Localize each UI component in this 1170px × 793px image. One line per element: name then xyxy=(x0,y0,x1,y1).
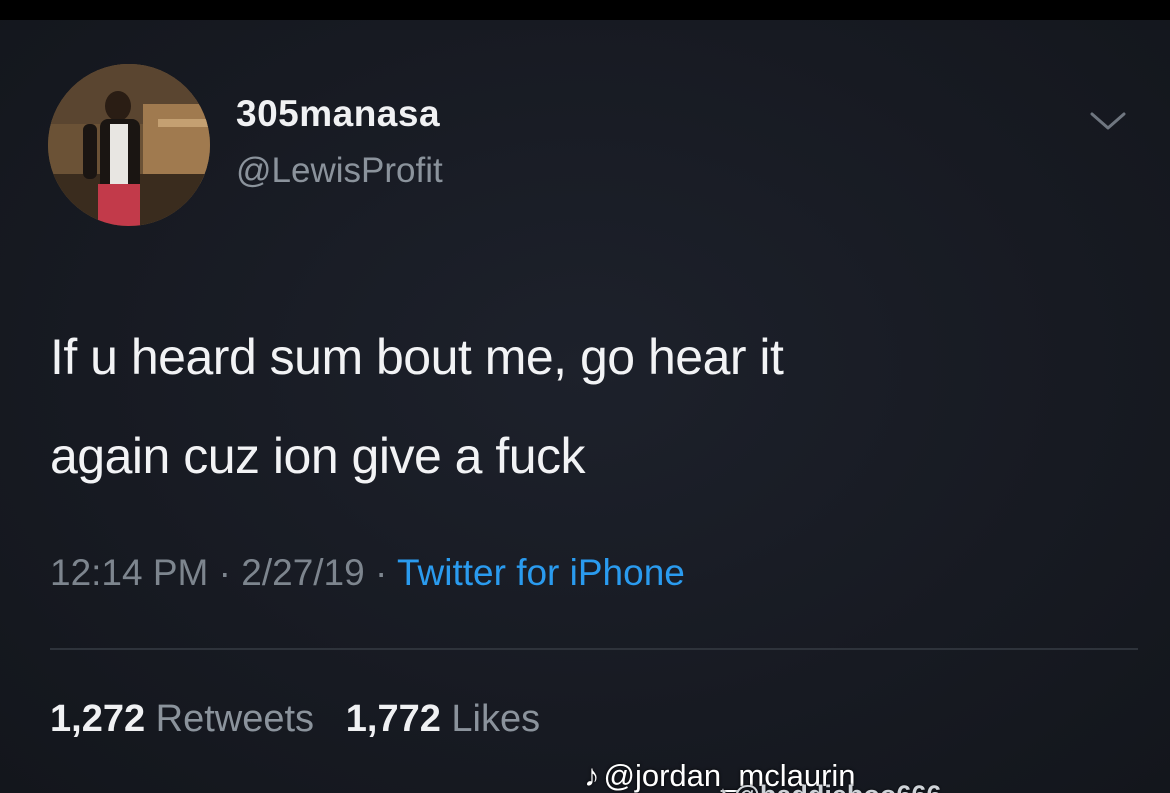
user-handle[interactable]: @LewisProfit xyxy=(236,151,443,191)
retweets-stat[interactable]: 1,272 Retweets xyxy=(50,698,314,740)
avatar-photo xyxy=(48,64,210,226)
tweet-meta: 12:14 PM · 2/27/19 · Twitter for iPhone xyxy=(50,552,685,594)
tweet-text-line-1: If u heard sum bout me, go hear it xyxy=(50,329,784,385)
retweets-count: 1,272 xyxy=(50,698,146,740)
display-name[interactable]: 305manasa xyxy=(236,93,440,135)
likes-stat[interactable]: 1,772 Likes xyxy=(346,698,540,740)
tiktok-icon: ♪ xyxy=(584,758,600,793)
chevron-down-icon[interactable] xyxy=(1086,104,1130,138)
divider xyxy=(50,648,1138,650)
tweet-date[interactable]: 2/27/19 xyxy=(241,552,364,593)
likes-count: 1,772 xyxy=(345,698,441,740)
tweet-source-link[interactable]: Twitter for iPhone xyxy=(397,552,685,593)
retweets-label: Retweets xyxy=(155,698,315,740)
tweet-card: 305manasa @LewisProfit If u heard sum bo… xyxy=(0,20,1170,793)
meta-separator: · xyxy=(218,552,231,593)
top-bar xyxy=(0,0,1170,20)
tweet-text-line-2: again cuz ion give a fuck xyxy=(50,428,586,484)
tiktok-icon: ♪ xyxy=(716,780,730,793)
watermark-secondary-text: @baddieboo666 xyxy=(734,780,942,793)
avatar[interactable] xyxy=(48,64,210,226)
likes-label: Likes xyxy=(451,698,541,740)
tweet-text: If u heard sum bout me, go hear it again… xyxy=(50,308,1110,506)
tweet-time[interactable]: 12:14 PM xyxy=(50,552,208,593)
tiktok-watermark-secondary: ♪ @baddieboo666 xyxy=(716,780,941,793)
meta-separator: · xyxy=(375,552,388,593)
tweet-stats: 1,272 Retweets 1,772 Likes xyxy=(50,698,540,741)
